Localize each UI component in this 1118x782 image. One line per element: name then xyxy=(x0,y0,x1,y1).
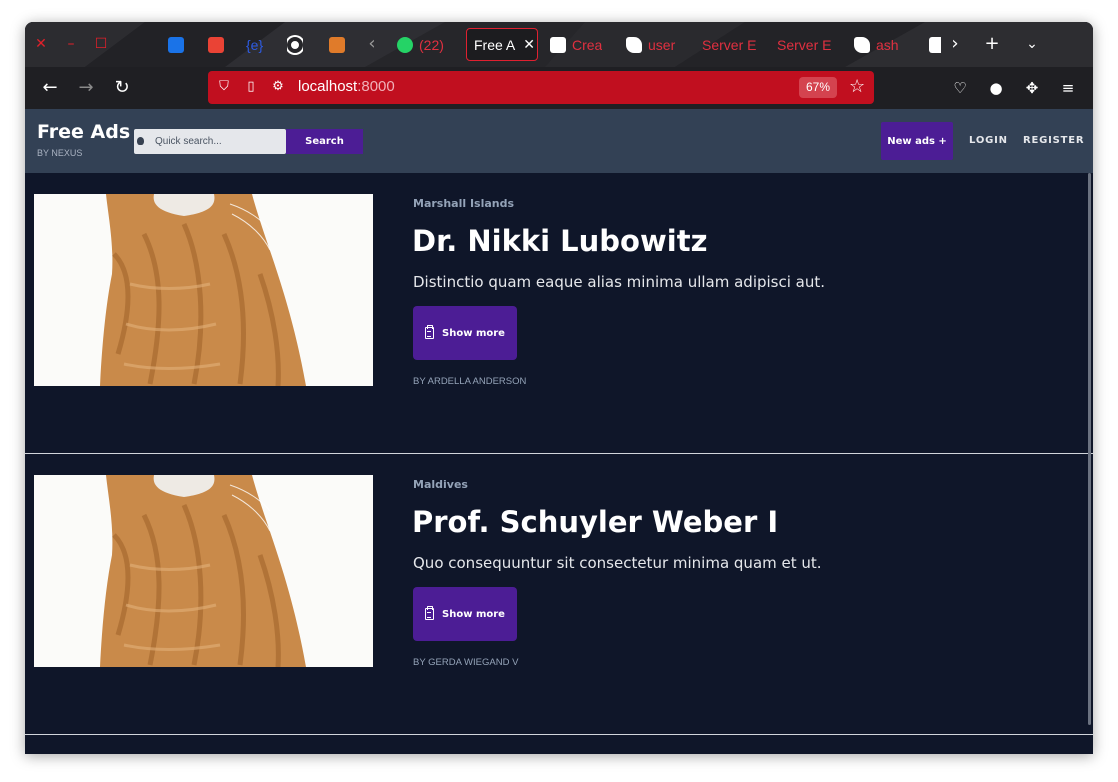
tab-partial[interactable] xyxy=(929,28,941,61)
listing-description: Quo consequuntur sit consectetur minima … xyxy=(413,554,822,572)
listing-title[interactable]: Prof. Schuyler Weber I xyxy=(412,505,778,539)
server-icon xyxy=(626,36,642,53)
tab-list-chevron-icon[interactable]: ⌄ xyxy=(1022,34,1042,54)
pocket-icon[interactable]: ♡ xyxy=(950,78,970,98)
permissions-icon[interactable]: ⚙ xyxy=(270,79,286,95)
search-input[interactable] xyxy=(155,129,283,154)
url-host: localhost xyxy=(298,78,358,95)
tab-label: user xyxy=(648,36,676,53)
tab-gmail[interactable] xyxy=(208,28,224,61)
show-more-label: Show more xyxy=(442,327,505,339)
listing-description: Distinctio quam eaque alias minima ullam… xyxy=(413,273,826,291)
tab-circle-app[interactable] xyxy=(287,28,303,61)
tab-label: Crea xyxy=(572,36,602,53)
cat-photo xyxy=(34,194,373,386)
new-ads-button[interactable]: New ads + xyxy=(881,122,953,160)
browser-window: ✕ – ☐ {e} ‹ (22) Free A ✕ Crea user Serve… xyxy=(25,22,1093,754)
new-tab-icon[interactable]: + xyxy=(982,34,1002,54)
page-icon[interactable]: ▯ xyxy=(243,79,259,95)
search-box xyxy=(134,129,286,154)
search-button[interactable]: Search xyxy=(286,129,363,154)
code-icon: {e} xyxy=(246,36,264,53)
tab-server-e-1[interactable]: Server E xyxy=(702,28,756,61)
tab-medium[interactable]: Crea xyxy=(550,28,602,61)
listing-card: Marshall Islands Dr. Nikki Lubowitz Dist… xyxy=(25,173,1093,454)
gmail-icon xyxy=(208,36,224,53)
listing-author: BY ARDELLA ANDERSON xyxy=(413,376,527,387)
listing-title[interactable]: Dr. Nikki Lubowitz xyxy=(412,224,707,258)
listing-author: BY GERDA WIEGAND V xyxy=(413,657,519,668)
window-close-icon[interactable]: ✕ xyxy=(33,36,49,52)
page-scrollbar[interactable] xyxy=(1088,173,1091,725)
tab-bug-app[interactable] xyxy=(329,28,345,61)
show-more-button[interactable]: Show more xyxy=(413,587,517,641)
forward-icon[interactable]: → xyxy=(76,78,96,98)
circle-app-icon xyxy=(287,36,303,53)
tab-close-icon[interactable]: ✕ xyxy=(523,36,535,53)
shield-icon[interactable]: ⛉ xyxy=(216,79,232,95)
tab-free-ads-active[interactable]: Free A ✕ xyxy=(466,28,538,61)
tab-scroll-right-icon[interactable]: › xyxy=(945,34,965,54)
back-icon[interactable]: ← xyxy=(40,78,60,98)
brand-subtitle: BY NEXUS xyxy=(37,148,83,158)
window-minimize-icon[interactable]: – xyxy=(63,36,79,52)
show-more-button[interactable]: Show more xyxy=(413,306,517,360)
tab-server-e-2[interactable]: Server E xyxy=(777,28,831,61)
register-link[interactable]: REGISTER xyxy=(1023,135,1084,146)
tab-whatsapp[interactable]: (22) xyxy=(397,28,444,61)
url-port: :8000 xyxy=(357,78,395,95)
tab-label: (22) xyxy=(419,36,444,53)
show-more-label: Show more xyxy=(442,608,505,620)
url-text[interactable]: localhost:8000 xyxy=(298,78,395,95)
bug-app-icon xyxy=(329,36,345,53)
tab-label: Free A xyxy=(474,36,516,53)
tab-scroll-left-icon[interactable]: ‹ xyxy=(362,34,382,54)
brand-logo[interactable]: Free Ads xyxy=(37,121,130,143)
window-maximize-icon[interactable]: ☐ xyxy=(93,36,109,52)
tab-strip: ✕ – ☐ {e} ‹ (22) Free A ✕ Crea user Serve… xyxy=(25,22,1093,67)
server-icon xyxy=(929,36,941,53)
navigation-bar: ← → ↻ ⛉ ▯ ⚙ localhost:8000 67% ☆ ♡ ● ✥ ≡ xyxy=(25,67,1093,109)
tab-label: Server E xyxy=(777,36,831,53)
listing-location: Marshall Islands xyxy=(413,197,515,210)
tab-outlook[interactable] xyxy=(168,28,184,61)
cat-photo xyxy=(34,475,373,667)
extensions-icon[interactable]: ✥ xyxy=(1022,78,1042,98)
zoom-level[interactable]: 67% xyxy=(799,77,837,98)
tab-code[interactable]: {e} xyxy=(246,28,263,61)
listing-image[interactable] xyxy=(34,194,373,386)
bookmark-star-icon[interactable]: ☆ xyxy=(849,77,865,97)
clipboard-icon xyxy=(425,325,435,339)
tab-label: Server E xyxy=(702,36,756,53)
clipboard-icon xyxy=(425,606,435,620)
account-icon[interactable]: ● xyxy=(986,78,1006,98)
tab-user[interactable]: user xyxy=(626,28,680,61)
medium-icon xyxy=(550,36,566,53)
site-header: Free Ads BY NEXUS Search New ads + LOGIN… xyxy=(25,109,1093,173)
reload-icon[interactable]: ↻ xyxy=(112,78,132,98)
listing-card: Maldives Prof. Schuyler Weber I Quo cons… xyxy=(25,454,1093,735)
server-icon xyxy=(854,36,870,53)
url-bar[interactable]: ⛉ ▯ ⚙ localhost:8000 67% ☆ xyxy=(208,71,874,104)
tab-ash[interactable]: ash xyxy=(854,28,899,61)
outlook-icon xyxy=(168,36,184,53)
menu-icon[interactable]: ≡ xyxy=(1058,78,1078,98)
tab-label: ash xyxy=(876,36,899,53)
search-icon xyxy=(137,137,144,145)
whatsapp-icon xyxy=(397,36,413,53)
login-link[interactable]: LOGIN xyxy=(969,135,1008,146)
listing-location: Maldives xyxy=(413,478,468,491)
listing-image[interactable] xyxy=(34,475,373,667)
